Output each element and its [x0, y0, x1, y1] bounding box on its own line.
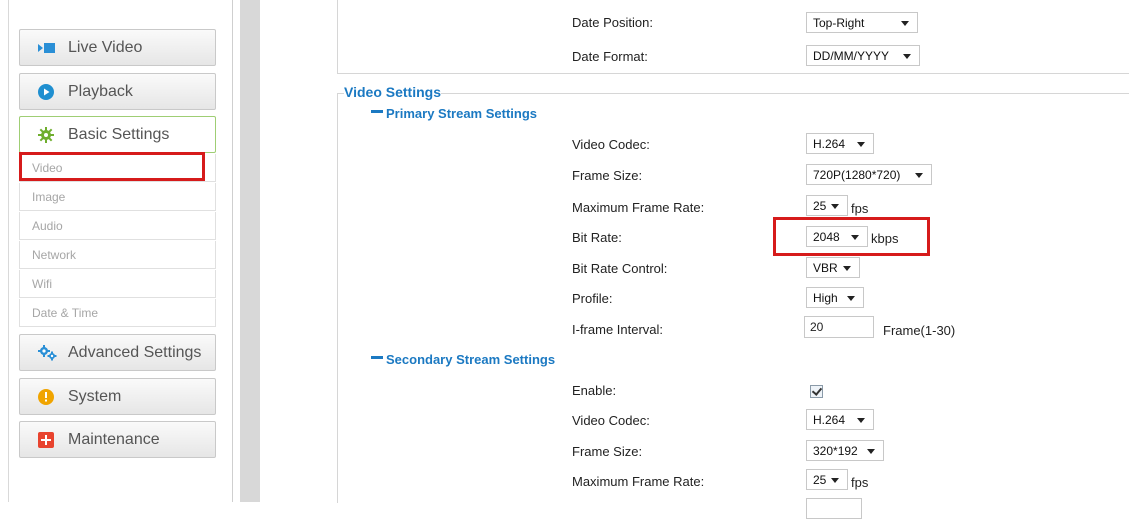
nav-playback-button[interactable]: Playback [19, 73, 216, 110]
bitrate-highlight-box [773, 217, 930, 256]
date-position-select[interactable]: Top-Right [806, 12, 918, 33]
primary-iframe-label: I-frame Interval: [572, 322, 664, 337]
sub-item-label: Wifi [32, 276, 52, 291]
chevron-down-icon [831, 478, 839, 483]
sub-item-label: Image [32, 189, 66, 204]
select-value: 25 [813, 198, 827, 213]
sub-item-label: Network [32, 247, 77, 262]
secondary-max-frame-rate-select[interactable]: 25 [806, 469, 848, 490]
select-value: VBR [813, 260, 838, 275]
sub-item-label: Date & Time [32, 305, 99, 320]
secondary-enable-checkbox[interactable] [810, 385, 823, 398]
primary-frame-size-label: Frame Size: [572, 168, 643, 183]
secondary-video-codec-select[interactable]: H.264 [806, 409, 874, 430]
primary-bit-rate-control-label: Bit Rate Control: [572, 261, 668, 276]
secondary-video-codec-label: Video Codec: [572, 413, 650, 428]
primary-max-frame-rate-select[interactable]: 25 [806, 195, 848, 216]
collapse-icon [371, 110, 383, 114]
date-format-label: Date Format: [572, 49, 648, 64]
secondary-stream-header[interactable]: Secondary Stream Settings [371, 352, 555, 367]
primary-video-codec-label: Video Codec: [572, 137, 650, 152]
gutter [240, 0, 260, 502]
select-value: Top-Right [813, 15, 865, 30]
sub-item-network[interactable]: Network [19, 241, 216, 269]
sub-item-audio[interactable]: Audio [19, 212, 216, 240]
video-highlight-box [19, 152, 205, 181]
gear-icon [38, 126, 54, 143]
primary-max-frame-rate-label: Maximum Frame Rate: [572, 200, 705, 215]
secondary-fps-unit: fps [851, 475, 869, 490]
nav-label: Advanced Settings [68, 343, 202, 361]
primary-bit-rate-label: Bit Rate: [572, 230, 622, 245]
chevron-down-icon [831, 204, 839, 209]
chevron-down-icon [843, 266, 851, 271]
chevron-down-icon [903, 54, 911, 59]
sidebar: Live Video Playback Basic Settings Video… [0, 0, 233, 502]
partial-select[interactable] [806, 498, 862, 519]
info-icon [38, 388, 54, 405]
main-content: Date Position: Top-Right Date Format: DD… [260, 0, 1129, 519]
nav-label: System [68, 387, 122, 405]
date-position-label: Date Position: [572, 15, 653, 30]
input-value: 20 [810, 320, 824, 334]
select-value: H.264 [813, 136, 846, 151]
nav-label: Maintenance [68, 430, 160, 448]
chevron-down-icon [867, 449, 875, 454]
date-format-select[interactable]: DD/MM/YYYY [806, 45, 920, 66]
secondary-stream-title: Secondary Stream Settings [386, 352, 556, 367]
sub-item-label: Audio [32, 218, 63, 233]
osd-panel [337, 0, 1129, 74]
nav-label: Playback [68, 82, 133, 100]
chevron-down-icon [857, 418, 865, 423]
primary-bit-rate-control-select[interactable]: VBR [806, 257, 860, 278]
secondary-frame-size-label: Frame Size: [572, 444, 643, 459]
chevron-down-icon [901, 21, 909, 26]
select-value: DD/MM/YYYY [813, 48, 890, 63]
chevron-down-icon [847, 296, 855, 301]
select-value: H.264 [813, 412, 846, 427]
primary-frame-size-select[interactable]: 720P(1280*720) [806, 164, 932, 185]
primary-iframe-unit: Frame(1-30) [883, 323, 956, 338]
primary-profile-label: Profile: [572, 291, 613, 306]
primary-stream-header[interactable]: Primary Stream Settings [371, 106, 537, 121]
select-value: 720P(1280*720) [813, 167, 901, 182]
collapse-icon [371, 356, 383, 360]
chevron-down-icon [857, 142, 865, 147]
sub-item-wifi[interactable]: Wifi [19, 270, 216, 298]
chevron-down-icon [915, 173, 923, 178]
nav-label: Basic Settings [68, 125, 170, 143]
nav-live-video-button[interactable]: Live Video [19, 29, 216, 66]
secondary-max-frame-rate-label: Maximum Frame Rate: [572, 474, 705, 489]
primary-video-codec-select[interactable]: H.264 [806, 133, 874, 154]
secondary-frame-size-select[interactable]: 320*192 [806, 440, 884, 461]
primary-profile-select[interactable]: High [806, 287, 864, 308]
nav-maintenance-button[interactable]: Maintenance [19, 421, 216, 458]
gears-icon [38, 344, 57, 361]
video-settings-panel [337, 93, 1129, 503]
nav-advanced-settings-button[interactable]: Advanced Settings [19, 334, 216, 371]
nav-label: Live Video [68, 38, 143, 56]
playback-icon [38, 83, 54, 100]
nav-basic-settings-button[interactable]: Basic Settings [19, 116, 216, 153]
select-value: 320*192 [813, 443, 858, 458]
primary-fps-unit: fps [851, 201, 869, 216]
sub-item-image[interactable]: Image [19, 183, 216, 211]
secondary-enable-label: Enable: [572, 383, 617, 398]
video-settings-title: Video Settings [344, 84, 441, 100]
select-value: 25 [813, 472, 827, 487]
primary-stream-title: Primary Stream Settings [386, 106, 538, 121]
live-video-icon [38, 40, 55, 56]
primary-iframe-input[interactable]: 20 [804, 316, 874, 338]
select-value: High [813, 290, 838, 305]
sub-item-date-time[interactable]: Date & Time [19, 299, 216, 327]
plus-icon [38, 431, 54, 448]
nav-system-button[interactable]: System [19, 378, 216, 415]
